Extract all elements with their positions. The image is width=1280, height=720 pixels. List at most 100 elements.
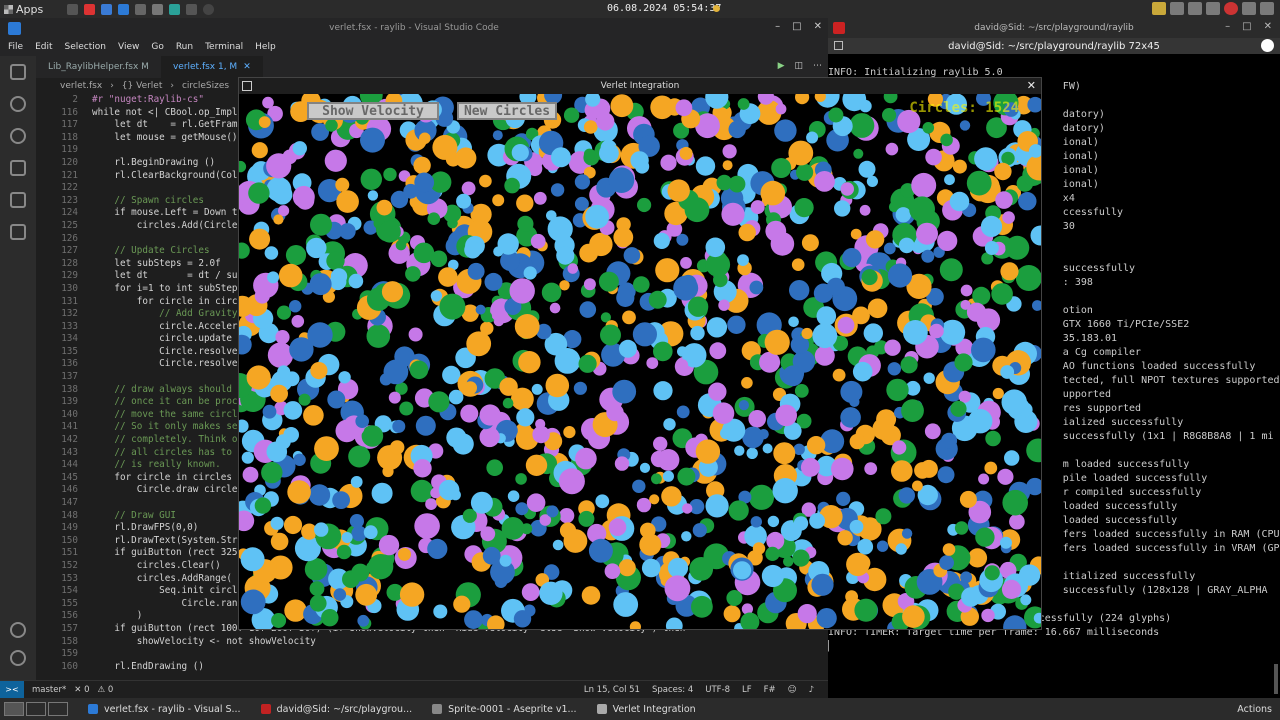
actions-button[interactable]: Actions bbox=[1237, 704, 1272, 715]
account-icon[interactable] bbox=[10, 622, 26, 638]
close-icon[interactable]: ✕ bbox=[1264, 21, 1272, 32]
particle-circle bbox=[610, 94, 634, 118]
feedback-icon[interactable]: ☺ bbox=[788, 685, 797, 695]
particle-circle bbox=[662, 470, 674, 482]
simulation-canvas[interactable]: Show Velocity New Circles Circles: 1524 bbox=[239, 94, 1041, 629]
new-circles-button[interactable]: New Circles bbox=[457, 102, 557, 120]
menu-help[interactable]: Help bbox=[255, 42, 276, 52]
power-tray-icon[interactable] bbox=[1260, 2, 1274, 15]
weather-icon[interactable] bbox=[713, 5, 720, 12]
apps-menu-button[interactable]: Apps bbox=[0, 0, 47, 18]
language-indicator[interactable]: F# bbox=[764, 685, 776, 695]
vscode-launcher-icon[interactable] bbox=[118, 3, 130, 15]
particle-circle bbox=[954, 353, 973, 372]
window-menu-icon[interactable] bbox=[242, 81, 252, 91]
notifications-icon[interactable]: ♪ bbox=[809, 685, 814, 695]
search-icon[interactable] bbox=[10, 96, 26, 112]
particle-circle bbox=[486, 459, 503, 477]
particle-circle bbox=[726, 590, 743, 606]
code-line[interactable]: 158 showVelocity <- not showVelocity bbox=[36, 636, 828, 649]
indentation-indicator[interactable]: Spaces: 4 bbox=[652, 685, 693, 695]
particle-circle bbox=[479, 426, 500, 448]
close-icon[interactable]: ✕ bbox=[814, 21, 822, 32]
network-tray-icon[interactable] bbox=[1188, 2, 1202, 15]
breadcrumb-file[interactable]: verlet.fsx bbox=[60, 81, 102, 91]
particle-circle bbox=[456, 193, 472, 209]
terminal-close-icon[interactable] bbox=[1261, 39, 1274, 52]
monitor-launcher-icon[interactable] bbox=[186, 3, 198, 15]
record-tray-icon[interactable] bbox=[1224, 2, 1238, 15]
tab-verlet[interactable]: verlet.fsx 1, M ✕ bbox=[160, 56, 263, 78]
menu-view[interactable]: View bbox=[118, 42, 139, 52]
task-vscode[interactable]: verlet.fsx - raylib - Visual S... bbox=[78, 698, 251, 720]
system-launcher-icon[interactable] bbox=[203, 3, 215, 15]
eol-indicator[interactable]: LF bbox=[742, 685, 752, 695]
particle-circle bbox=[573, 381, 587, 395]
drive-tray-icon[interactable] bbox=[1206, 2, 1220, 15]
particle-circle bbox=[583, 278, 596, 291]
encoding-indicator[interactable]: UTF-8 bbox=[705, 685, 730, 695]
warnings-indicator[interactable]: ⚠ 0 bbox=[97, 685, 113, 695]
more-actions-icon[interactable]: ⋯ bbox=[813, 61, 822, 71]
extensions-icon[interactable] bbox=[10, 192, 26, 208]
task-verlet[interactable]: Verlet Integration bbox=[587, 698, 706, 720]
settings-launcher-icon[interactable] bbox=[135, 3, 147, 15]
chart-tray-icon[interactable] bbox=[1152, 2, 1166, 15]
menu-go[interactable]: Go bbox=[151, 42, 163, 52]
panel-clock[interactable]: 06.08.2024 05:54:37 bbox=[607, 3, 721, 14]
particle-circle bbox=[298, 393, 311, 406]
minimize-icon[interactable]: – bbox=[775, 21, 780, 32]
particle-circle bbox=[604, 563, 621, 579]
maximize-icon[interactable]: □ bbox=[792, 21, 801, 32]
run-debug-icon[interactable] bbox=[10, 160, 26, 176]
source-control-icon[interactable] bbox=[10, 128, 26, 144]
tab-lib-raylib-helper[interactable]: Lib_RaylibHelper.fsx M bbox=[36, 56, 161, 78]
testing-icon[interactable] bbox=[10, 224, 26, 240]
menu-run[interactable]: Run bbox=[176, 42, 193, 52]
task-aseprite[interactable]: Sprite-0001 - Aseprite v1... bbox=[422, 698, 586, 720]
run-icon[interactable]: ▶ bbox=[778, 61, 785, 71]
close-icon[interactable]: ✕ bbox=[1027, 79, 1036, 92]
files-launcher-icon[interactable] bbox=[67, 3, 79, 15]
maximize-icon[interactable]: □ bbox=[1242, 21, 1251, 32]
code-line[interactable]: 160 rl.EndDrawing () bbox=[36, 661, 828, 674]
raylib-titlebar[interactable]: Verlet Integration ✕ bbox=[239, 78, 1041, 94]
terminal-menu-icon[interactable] bbox=[834, 41, 843, 50]
terminal-launcher-icon[interactable] bbox=[152, 3, 164, 15]
cursor-position[interactable]: Ln 15, Col 51 bbox=[584, 685, 640, 695]
workspace-1[interactable] bbox=[4, 702, 24, 716]
menu-terminal[interactable]: Terminal bbox=[205, 42, 243, 52]
particle-circle bbox=[791, 258, 805, 271]
workspace-2[interactable] bbox=[26, 702, 46, 716]
workspace-3[interactable] bbox=[48, 702, 68, 716]
particle-circle bbox=[734, 445, 745, 456]
minimize-icon[interactable]: – bbox=[1225, 21, 1230, 32]
audio-tray-icon[interactable] bbox=[1242, 2, 1256, 15]
terminal-scrollbar[interactable] bbox=[1274, 664, 1278, 694]
editor-launcher-icon[interactable] bbox=[169, 3, 181, 15]
particle-circle bbox=[492, 194, 505, 207]
show-velocity-button[interactable]: Show Velocity bbox=[307, 102, 439, 120]
browser-launcher-icon[interactable] bbox=[84, 3, 96, 15]
vscode-task-icon bbox=[88, 704, 98, 714]
task-terminal[interactable]: david@Sid: ~/src/playgrou... bbox=[251, 698, 423, 720]
explorer-icon[interactable] bbox=[10, 64, 26, 80]
gear-icon[interactable] bbox=[10, 650, 26, 666]
branch-indicator[interactable]: master* bbox=[32, 685, 66, 695]
particle-circle bbox=[792, 549, 810, 567]
particle-circle bbox=[348, 273, 364, 289]
breadcrumb-symbol[interactable]: circleSizes bbox=[182, 81, 229, 91]
firefox-launcher-icon[interactable] bbox=[101, 3, 113, 15]
remote-indicator[interactable]: >< bbox=[0, 680, 24, 699]
close-tab-icon[interactable]: ✕ bbox=[243, 62, 251, 72]
clipboard-tray-icon[interactable] bbox=[1170, 2, 1184, 15]
errors-indicator[interactable]: ✕ 0 bbox=[74, 685, 89, 695]
menu-edit[interactable]: Edit bbox=[35, 42, 52, 52]
code-line[interactable]: 159 bbox=[36, 648, 828, 661]
split-editor-icon[interactable]: ◫ bbox=[794, 61, 803, 71]
menu-file[interactable]: File bbox=[8, 42, 23, 52]
menu-selection[interactable]: Selection bbox=[65, 42, 106, 52]
particle-circle bbox=[310, 362, 328, 380]
breadcrumb-module[interactable]: {} Verlet bbox=[122, 81, 163, 91]
code-text: for i=1 to int subSteps bbox=[92, 282, 244, 294]
